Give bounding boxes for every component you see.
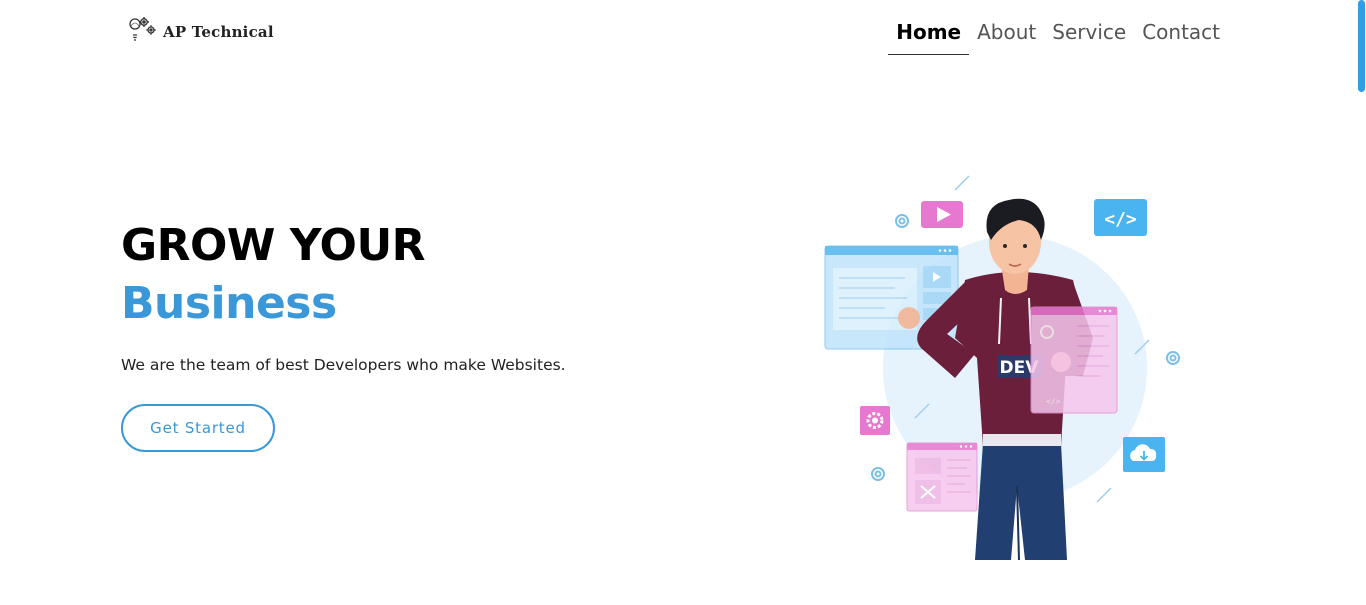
nav-home[interactable]: Home <box>888 18 970 55</box>
hero-headline: GROW YOUR <box>121 220 426 271</box>
play-icon <box>921 201 963 228</box>
scrollbar-thumb[interactable] <box>1358 0 1365 92</box>
hero-headline-accent: Business <box>121 278 337 329</box>
get-started-button[interactable]: Get Started <box>121 404 275 452</box>
hero-section: GROW YOUR Business We are the team of be… <box>121 218 566 452</box>
code-icon: </> <box>1094 199 1147 236</box>
brand-link[interactable]: AP Technical <box>126 16 274 48</box>
nav-contact[interactable]: Contact <box>1134 18 1228 55</box>
nav-about[interactable]: About <box>969 18 1044 55</box>
developer-illustration: </> DEV </> <box>824 175 1180 561</box>
gears-lightbulb-icon <box>129 17 156 41</box>
navbar: AP Technical Home About Service Contact <box>0 0 1366 66</box>
cloud-download-icon <box>1123 437 1165 472</box>
hero-tagline: We are the team of best Developers who m… <box>121 356 566 374</box>
main-nav: Home About Service Contact <box>888 18 1228 55</box>
settings-icon <box>860 406 890 435</box>
brand-name: AP Technical <box>163 23 274 41</box>
svg-text:</>: </> <box>1104 209 1137 230</box>
page-scrollbar[interactable] <box>1356 0 1366 605</box>
svg-text:</>: </> <box>1046 397 1061 406</box>
nav-service[interactable]: Service <box>1044 18 1134 55</box>
